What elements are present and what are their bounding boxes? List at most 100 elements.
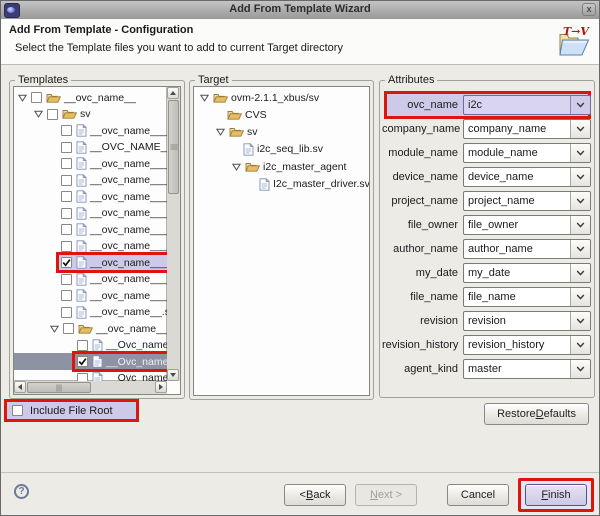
scroll-right-icon[interactable] [155, 381, 167, 393]
chevron-down-icon[interactable] [570, 288, 590, 306]
attr-combo-revision_history[interactable]: revision_history [463, 335, 591, 355]
checkbox[interactable] [77, 340, 88, 351]
close-icon[interactable]: x [582, 3, 596, 16]
back-button[interactable]: < Back [284, 484, 346, 506]
expander-icon[interactable] [232, 163, 245, 171]
checkbox[interactable] [31, 92, 42, 103]
tree-item-folder[interactable]: sv [194, 124, 369, 141]
attr-combo-device_name[interactable]: device_name [463, 167, 591, 187]
tree-item-file[interactable]: __ovc_name___tran [14, 205, 167, 222]
chevron-down-icon[interactable] [570, 144, 590, 162]
scroll-up-icon[interactable] [167, 87, 179, 99]
attr-combo-my_date[interactable]: my_date [463, 263, 591, 283]
chevron-down-icon[interactable] [570, 360, 590, 378]
checkbox[interactable] [63, 323, 74, 334]
tree-item-file[interactable]: __ovc_name__.svh [14, 304, 167, 321]
title-bar[interactable]: Add From Template Wizard x [1, 1, 599, 20]
tree-item-file[interactable]: i2c_seq_lib.sv [194, 141, 369, 158]
help-icon[interactable]: ? [14, 484, 29, 499]
tree-item-label: __ovc_name___sequ [90, 290, 167, 302]
checkbox[interactable] [61, 125, 72, 136]
scroll-left-icon[interactable] [14, 381, 26, 393]
checkbox[interactable] [61, 307, 72, 318]
attr-combo-file_name[interactable]: file_name [463, 287, 591, 307]
chevron-down-icon[interactable] [570, 264, 590, 282]
tree-item-folder[interactable]: __ovc_name____ag [14, 320, 167, 337]
checkbox[interactable] [47, 109, 58, 120]
expander-icon[interactable] [34, 110, 47, 118]
chevron-down-icon[interactable] [570, 96, 590, 114]
expander-icon[interactable] [200, 94, 213, 102]
tree-item-file[interactable]: __ovc_name___type [14, 155, 167, 172]
tree-item-file[interactable]: __OVC_NAME___env [14, 139, 167, 156]
attr-label: file_name [382, 291, 458, 303]
attr-combo-author_name[interactable]: author_name [463, 239, 591, 259]
checkbox[interactable] [61, 208, 72, 219]
expander-icon[interactable] [216, 128, 229, 136]
checkbox[interactable] [61, 257, 72, 268]
attribute-row: author_nameauthor_name [382, 237, 590, 261]
attr-combo-module_name[interactable]: module_name [463, 143, 591, 163]
attr-combo-revision[interactable]: revision [463, 311, 591, 331]
tree-item-folder[interactable]: sv [14, 106, 167, 123]
tree-item-file[interactable]: __ovc_name___inter [14, 271, 167, 288]
tree-item-file[interactable]: __ovc_name___inte [14, 238, 167, 255]
chevron-down-icon[interactable] [570, 216, 590, 234]
chevron-down-icon[interactable] [570, 336, 590, 354]
checkbox[interactable] [61, 158, 72, 169]
checkbox[interactable] [61, 274, 72, 285]
tree-item-folder[interactable]: CVS [194, 106, 369, 123]
scroll-down-icon[interactable] [167, 369, 179, 381]
tree-item-file[interactable]: __Ovc_name____ [14, 337, 167, 354]
tree-item-file[interactable]: __Ovc_name____ [14, 353, 167, 370]
finish-button[interactable]: Finish [525, 484, 587, 506]
tree-item-file[interactable]: __ovc_name___sequ [14, 287, 167, 304]
checkbox[interactable] [61, 191, 72, 202]
tree-item-file[interactable]: I2c_master_driver.sv [194, 176, 369, 193]
checkbox[interactable] [61, 142, 72, 153]
tree-item-file[interactable]: __Ovc_name____ [14, 370, 167, 382]
restore-defaults-button[interactable]: Restore Defaults [484, 403, 589, 425]
combo-value: master [464, 363, 570, 375]
horizontal-scrollbar[interactable] [14, 380, 167, 394]
checkbox[interactable] [77, 356, 88, 367]
checkbox[interactable] [61, 241, 72, 252]
attr-combo-company_name[interactable]: company_name [463, 119, 591, 139]
page-title: Add From Template - Configuration [9, 24, 193, 36]
cancel-button[interactable]: Cancel [447, 484, 509, 506]
file-icon [76, 190, 87, 203]
tree-item-file[interactable]: __ovc_name___seq [14, 254, 167, 271]
checkbox[interactable] [61, 290, 72, 301]
combo-value: module_name [464, 147, 570, 159]
combo-value: author_name [464, 243, 570, 255]
tree-item-file[interactable]: __ovc_name___bus_ [14, 188, 167, 205]
vertical-scrollbar-thumb[interactable] [168, 100, 179, 194]
tree-item-folder[interactable]: __ovc_name__ [14, 89, 167, 106]
next-button[interactable]: Next > [355, 484, 417, 506]
horizontal-scrollbar-thumb[interactable] [27, 382, 91, 393]
combo-value: revision_history [464, 339, 570, 351]
checkbox[interactable] [61, 175, 72, 186]
expander-icon[interactable] [50, 325, 63, 333]
attr-combo-agent_kind[interactable]: master [463, 359, 591, 379]
checkbox[interactable] [61, 224, 72, 235]
vertical-scrollbar[interactable] [166, 87, 180, 381]
include-file-root-checkbox[interactable] [12, 405, 23, 416]
tree-item-folder[interactable]: i2c_master_agent [194, 158, 369, 175]
attr-combo-ovc_name[interactable]: i2c [463, 95, 591, 115]
tree-item-folder[interactable]: ovm-2.1.1_xbus/sv [194, 89, 369, 106]
expander-icon[interactable] [18, 94, 31, 102]
tree-item-label: __ovc_name____ag [96, 323, 167, 335]
chevron-down-icon[interactable] [570, 120, 590, 138]
attr-combo-file_owner[interactable]: file_owner [463, 215, 591, 235]
attr-combo-project_name[interactable]: project_name [463, 191, 591, 211]
target-tree: ovm-2.1.1_xbus/svCVSsvi2c_seq_lib.svi2c_… [193, 86, 370, 396]
chevron-down-icon[interactable] [570, 240, 590, 258]
checkbox[interactable] [77, 373, 88, 382]
tree-item-file[interactable]: __ovc_name___bus_ [14, 122, 167, 139]
chevron-down-icon[interactable] [570, 168, 590, 186]
tree-item-file[interactable]: __ovc_name___sequ [14, 221, 167, 238]
tree-item-file[interactable]: __ovc_name___env. [14, 172, 167, 189]
chevron-down-icon[interactable] [570, 192, 590, 210]
chevron-down-icon[interactable] [570, 312, 590, 330]
